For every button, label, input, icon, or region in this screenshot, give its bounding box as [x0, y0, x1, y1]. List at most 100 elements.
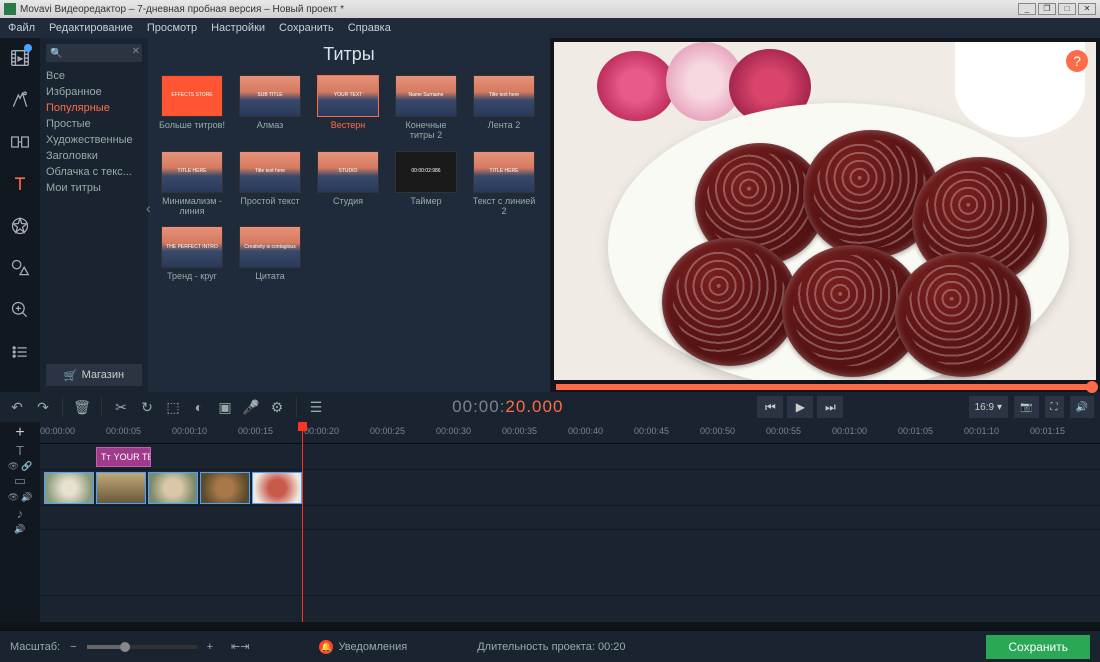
- category-bubbles[interactable]: Облачка с текс...: [46, 164, 142, 180]
- seekbar-fill: [556, 384, 1094, 390]
- audio-track[interactable]: [40, 506, 1100, 530]
- title-preset-label: Таймер: [410, 196, 441, 206]
- add-track-button[interactable]: +: [0, 422, 40, 444]
- tool-import-icon[interactable]: [6, 44, 34, 72]
- mute-icon[interactable]: 🔊: [21, 492, 32, 503]
- title-preset-item[interactable]: Name SurnameКонечные титры 2: [392, 75, 460, 141]
- title-preset-item[interactable]: Creativity is contagiousЦитата: [236, 226, 304, 281]
- audio-track-header[interactable]: ♪🔊: [0, 506, 40, 534]
- tool-more-icon[interactable]: [6, 338, 34, 366]
- video-track[interactable]: [40, 470, 1100, 506]
- title-track-header[interactable]: T👁🔗: [0, 444, 40, 470]
- save-button[interactable]: Сохранить: [986, 635, 1090, 659]
- tool-transitions-icon[interactable]: [6, 128, 34, 156]
- title-preset-item[interactable]: 00:00:02:986 Таймер: [392, 151, 460, 217]
- clip-properties-button[interactable]: ⚙: [266, 396, 288, 418]
- category-all[interactable]: Все: [46, 68, 142, 84]
- split-button[interactable]: ✂: [110, 396, 132, 418]
- timeline-body[interactable]: 00:00:0000:00:0500:00:1000:00:1500:00:20…: [40, 422, 1100, 622]
- title-preset-item[interactable]: TITLE HEREТекст с линией 2: [470, 151, 538, 217]
- title-preset-label: Минимализм - линия: [159, 196, 225, 217]
- video-clip[interactable]: [252, 472, 302, 504]
- fullscreen-button[interactable]: ⛶: [1045, 396, 1064, 418]
- tool-zoom-icon[interactable]: [6, 296, 34, 324]
- video-clip[interactable]: [44, 472, 94, 504]
- title-thumbnail: 00:00:02:986: [395, 151, 457, 193]
- title-preset-item[interactable]: YOUR TEXTВестерн: [314, 75, 382, 141]
- collapse-sidebar-icon[interactable]: ‹: [146, 200, 156, 220]
- video-clip[interactable]: [96, 472, 146, 504]
- tool-stickers-icon[interactable]: [6, 212, 34, 240]
- play-button[interactable]: ▶: [787, 396, 813, 418]
- preview-seekbar[interactable]: [556, 384, 1094, 390]
- empty-track-area[interactable]: [40, 530, 1100, 596]
- fit-timeline-button[interactable]: ⇤⇥: [231, 640, 249, 653]
- tool-titles-icon[interactable]: [6, 170, 34, 198]
- playhead[interactable]: [302, 422, 303, 622]
- video-track-header[interactable]: ▭👁🔊: [0, 470, 40, 506]
- title-preset-item[interactable]: STUDIOСтудия: [314, 151, 382, 217]
- title-thumbnail: STUDIO: [317, 151, 379, 193]
- zoom-in-button[interactable]: +: [207, 641, 213, 653]
- category-my-titles[interactable]: Мои титры: [46, 180, 142, 196]
- category-popular[interactable]: Популярные: [46, 100, 142, 116]
- menu-edit[interactable]: Редактирование: [49, 22, 133, 34]
- title-preset-item[interactable]: Title text hereЛента 2: [470, 75, 538, 141]
- window-close-button[interactable]: ✕: [1078, 3, 1096, 15]
- title-preset-item[interactable]: SUB TITLEАлмаз: [236, 75, 304, 141]
- zoom-slider-handle[interactable]: [120, 642, 130, 652]
- ruler-tick: 00:00:55: [766, 426, 801, 436]
- snapshot-button[interactable]: 📷: [1014, 396, 1038, 418]
- crop-button[interactable]: ⬚: [162, 396, 184, 418]
- undo-button[interactable]: ↶: [6, 396, 28, 418]
- help-button[interactable]: ?: [1066, 50, 1088, 72]
- delete-button[interactable]: 🗑: [71, 396, 93, 418]
- seekbar-handle[interactable]: [1086, 381, 1098, 393]
- aspect-ratio-button[interactable]: 16:9▾: [969, 396, 1009, 418]
- transition-button[interactable]: ▣: [214, 396, 236, 418]
- category-headlines[interactable]: Заголовки: [46, 148, 142, 164]
- prev-frame-button[interactable]: ⏮: [757, 396, 783, 418]
- mute-icon[interactable]: 🔊: [14, 524, 25, 535]
- title-preset-item[interactable]: TITLE HEREМинимализм - линия: [158, 151, 226, 217]
- tool-filters-icon[interactable]: [6, 86, 34, 114]
- tool-shapes-icon[interactable]: [6, 254, 34, 282]
- aspect-label: 16:9: [975, 402, 994, 413]
- window-minimize-button[interactable]: _: [1018, 3, 1036, 15]
- video-clip[interactable]: [200, 472, 250, 504]
- notifications-button[interactable]: 🔔 Уведомления: [319, 640, 407, 654]
- color-button[interactable]: ◐: [188, 396, 210, 418]
- adjustments-button[interactable]: ☰: [305, 396, 327, 418]
- preview-canvas[interactable]: [554, 42, 1096, 380]
- category-artistic[interactable]: Художественные: [46, 132, 142, 148]
- rotate-button[interactable]: ↻: [136, 396, 158, 418]
- category-simple[interactable]: Простые: [46, 116, 142, 132]
- title-clip[interactable]: Tᴛ YOUR TEXT Ti: [96, 447, 151, 467]
- zoom-slider[interactable]: [87, 645, 197, 649]
- project-duration: Длительность проекта: 00:20: [477, 641, 625, 653]
- title-track[interactable]: Tᴛ YOUR TEXT Ti: [40, 444, 1100, 470]
- timeline-ruler[interactable]: 00:00:0000:00:0500:00:1000:00:1500:00:20…: [40, 422, 1100, 444]
- store-button[interactable]: 🛒 Магазин: [46, 364, 142, 386]
- next-frame-button[interactable]: ⏭: [817, 396, 843, 418]
- menu-file[interactable]: Файл: [8, 22, 35, 34]
- window-maximize-button[interactable]: □: [1058, 3, 1076, 15]
- menu-view[interactable]: Просмотр: [147, 22, 197, 34]
- menu-help[interactable]: Справка: [348, 22, 391, 34]
- search-clear-icon[interactable]: ✕: [132, 46, 140, 57]
- title-preset-item[interactable]: THE PERFECT INTROТренд - круг: [158, 226, 226, 281]
- search-input[interactable]: [46, 44, 142, 62]
- video-clip[interactable]: [148, 472, 198, 504]
- menu-settings[interactable]: Настройки: [211, 22, 265, 34]
- category-favorites[interactable]: Избранное: [46, 84, 142, 100]
- title-preset-item[interactable]: EFFECTS STOREБольше титров!: [158, 75, 226, 141]
- record-audio-button[interactable]: 🎤: [240, 396, 262, 418]
- volume-button[interactable]: 🔊: [1070, 396, 1094, 418]
- redo-button[interactable]: ↷: [32, 396, 54, 418]
- title-thumbnail: YOUR TEXT: [317, 75, 379, 117]
- menu-save[interactable]: Сохранить: [279, 22, 334, 34]
- title-preset-item[interactable]: Title text hereПростой текст: [236, 151, 304, 217]
- zoom-out-button[interactable]: −: [70, 641, 76, 653]
- window-restore-button[interactable]: ❐: [1038, 3, 1056, 15]
- visibility-icon[interactable]: 👁: [8, 492, 19, 503]
